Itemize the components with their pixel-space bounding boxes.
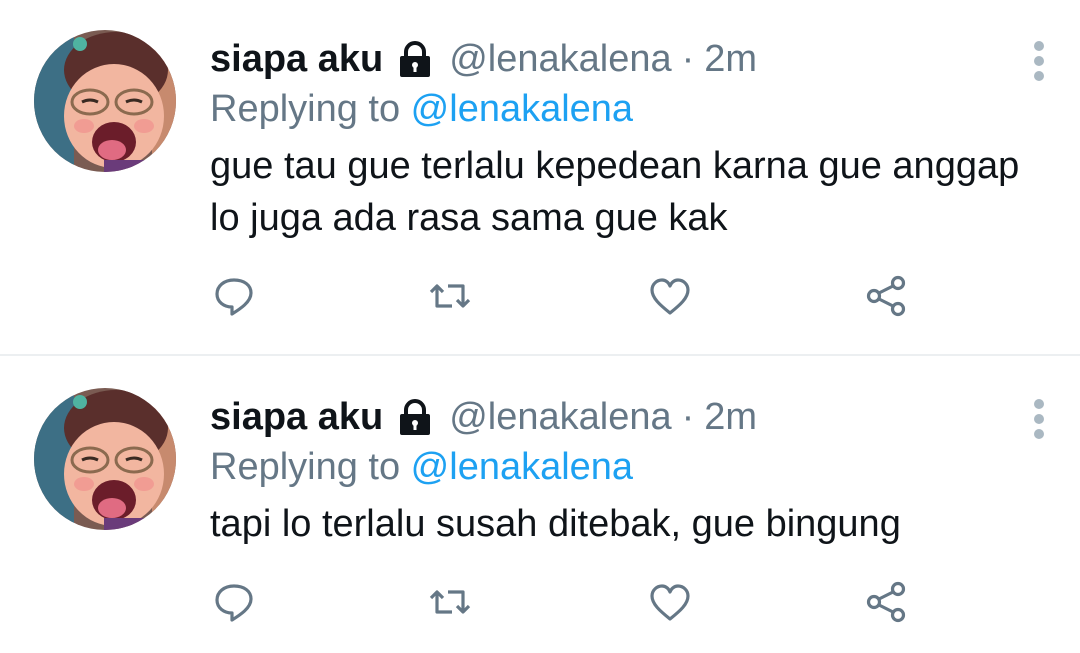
separator-dot: · — [681, 38, 695, 80]
replying-prefix: Replying to — [210, 88, 411, 130]
share-icon[interactable] — [864, 580, 908, 624]
lock-icon — [395, 397, 435, 437]
reply-icon[interactable] — [212, 274, 256, 318]
replying-to-link[interactable]: @lenakalena — [411, 446, 633, 488]
avatar-image — [34, 388, 176, 530]
separator-dot: · — [681, 396, 695, 438]
retweet-icon[interactable] — [428, 580, 472, 624]
replying-to: Replying to @lenakalena — [210, 444, 633, 490]
tweet-text: gue tau gue terlalu kepedean karna gue a… — [210, 145, 1020, 239]
avatar[interactable] — [34, 388, 176, 530]
avatar[interactable] — [34, 30, 176, 172]
user-handle[interactable]: @lenakalena — [449, 394, 671, 440]
user-handle[interactable]: @lenakalena — [449, 36, 671, 82]
retweet-icon[interactable] — [428, 274, 472, 318]
replying-prefix: Replying to — [210, 446, 411, 488]
tweet-header: siapa aku @lenakalena · 2m — [210, 394, 757, 440]
like-icon[interactable] — [648, 582, 692, 626]
reply-icon[interactable] — [212, 580, 256, 624]
lock-icon — [395, 39, 435, 79]
share-icon[interactable] — [864, 274, 908, 318]
like-icon[interactable] — [648, 276, 692, 320]
tweet-text: tapi lo terlalu susah ditebak, gue bingu… — [210, 503, 901, 545]
replying-to-link[interactable]: @lenakalena — [411, 88, 633, 130]
more-options-icon[interactable] — [1022, 40, 1056, 84]
display-name[interactable]: siapa aku — [210, 394, 383, 440]
avatar-image — [34, 30, 176, 172]
tweet[interactable]: siapa aku @lenakalena · 2m Replying to @… — [0, 356, 1080, 653]
tweet-header: siapa aku @lenakalena · 2m — [210, 36, 757, 82]
tweet[interactable]: siapa aku @lenakalena · 2m Replying to @… — [0, 0, 1080, 355]
timestamp[interactable]: 2m — [704, 394, 757, 440]
more-options-icon[interactable] — [1022, 398, 1056, 442]
display-name[interactable]: siapa aku — [210, 36, 383, 82]
timestamp[interactable]: 2m — [704, 36, 757, 82]
replying-to: Replying to @lenakalena — [210, 86, 633, 132]
